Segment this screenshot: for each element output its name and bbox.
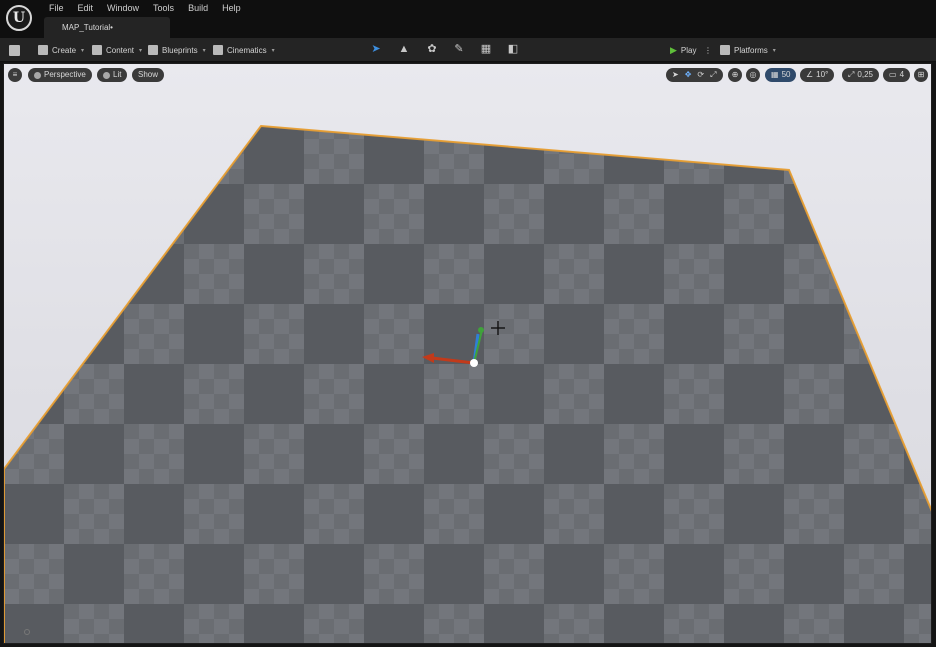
menu-edit[interactable]: Edit [71,3,101,14]
chevron-down-icon: ▾ [271,47,275,54]
scale-snap-icon: ⤢ [848,70,855,79]
cinematics-label: Cinematics [227,45,267,55]
select-icon[interactable]: ➤ [672,68,679,82]
rotation-snap-value: 10° [816,70,829,79]
content-icon [92,45,102,55]
play-icon: ▶ [670,44,677,55]
lit-icon [103,71,110,79]
world-space-button[interactable]: ⊕ [728,68,742,82]
menu-file[interactable]: File [42,3,71,14]
select-mode-icon[interactable]: ➤ [370,43,382,56]
grid-icon: ▦ [771,70,779,79]
chevron-down-icon: ▾ [202,47,206,54]
play-options-button[interactable]: ⋮ [704,43,712,57]
floor-plane[interactable] [4,64,932,644]
content-label: Content [106,45,135,55]
platforms-label: Platforms [734,45,768,55]
scale-icon[interactable]: ⤢ [710,68,716,82]
create-icon [38,45,48,55]
level-tab[interactable]: MAP_Tutorial• [44,17,170,38]
scale-snap-button[interactable]: ⤢ 0,25 [842,68,879,82]
camera-speed-button[interactable]: ▭ 4 [883,68,911,82]
brush-edit-mode-icon[interactable]: ◧ [507,43,519,56]
landscape-mode-icon[interactable]: ▲ [398,43,410,56]
camera-icon [34,71,41,79]
play-label: Play [680,45,697,55]
play-button[interactable]: ▶ Play [670,43,696,57]
more-options-icon: ⋮ [704,45,712,55]
perspective-button[interactable]: Perspective [28,68,92,82]
move-icon[interactable]: ✥ [685,68,692,82]
axis-indicator-icon [24,629,30,635]
mesh-paint-mode-icon[interactable]: ✎ [453,43,465,56]
camera-speed-icon: ▭ [889,70,897,79]
level-viewport[interactable]: ≡ Perspective Lit Show ➤ ✥ ⟳ ⤢ ⊕ ◎ ▦ 50 … [3,63,932,644]
fracture-mode-icon[interactable]: ▦ [480,43,492,56]
rotation-snap-button[interactable]: ∠ 10° [800,68,835,82]
show-button[interactable]: Show [132,68,165,82]
title-bar: U File Edit Window Tools Build Help MAP_… [0,0,936,38]
main-menu: File Edit Window Tools Build Help [42,3,248,14]
perspective-label: Perspective [44,70,86,79]
blueprints-label: Blueprints [162,45,198,55]
menu-tools[interactable]: Tools [146,3,181,14]
blueprints-icon [148,45,158,55]
platforms-icon [720,45,730,55]
blueprints-button[interactable]: Blueprints ▾ [148,43,206,57]
unreal-logo-icon[interactable]: U [6,5,32,31]
foliage-mode-icon[interactable]: ✿ [426,43,438,56]
menu-help[interactable]: Help [215,3,248,14]
cinematics-icon [213,45,223,55]
grid-snap-value: 50 [781,70,791,79]
viewport-layout-button[interactable]: ⊞ [914,68,928,82]
chevron-down-icon: ▾ [139,47,143,54]
transform-tools[interactable]: ➤ ✥ ⟳ ⤢ [666,68,723,82]
menu-build[interactable]: Build [181,3,215,14]
rotate-icon[interactable]: ⟳ [697,68,704,82]
camera-speed-value: 4 [899,70,905,79]
show-label: Show [138,70,159,79]
main-toolbar: Create ▾ Content ▾ Blueprints ▾ Cinemati… [0,38,936,62]
create-label: Create [52,45,77,55]
cinematics-button[interactable]: Cinematics ▾ [213,43,275,57]
chevron-down-icon: ▾ [81,47,85,54]
content-button[interactable]: Content ▾ [92,43,142,57]
save-icon [9,44,20,56]
scale-snap-value: 0,25 [857,70,873,79]
surface-snap-button[interactable]: ◎ [746,68,760,82]
menu-window[interactable]: Window [100,3,146,14]
lit-button[interactable]: Lit [97,68,128,82]
save-button[interactable] [9,43,20,57]
viewport-options-button[interactable]: ≡ [8,68,22,82]
chevron-down-icon: ▾ [772,47,776,54]
grid-snap-button[interactable]: ▦ 50 [765,68,797,82]
angle-icon: ∠ [806,70,814,79]
create-button[interactable]: Create ▾ [38,43,84,57]
lit-label: Lit [113,70,122,79]
platforms-button[interactable]: Platforms ▾ [720,43,776,57]
